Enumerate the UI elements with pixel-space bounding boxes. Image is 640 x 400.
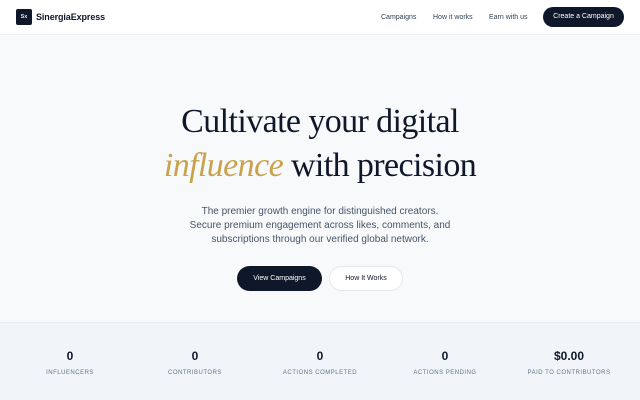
stat-label: ACTIONS COMPLETED <box>282 370 358 376</box>
stat-contributors: 0 CONTRIBUTORS <box>135 323 255 400</box>
create-campaign-button[interactable]: Create a Campaign <box>543 7 624 27</box>
how-it-works-button[interactable]: How It Works <box>329 266 403 291</box>
hero-headline-accent: influence <box>163 147 284 184</box>
stat-value: $0.00 <box>553 349 585 363</box>
hero-subtitle-line-2: Secure premium engagement across likes, … <box>189 220 451 231</box>
stat-value: 0 <box>441 349 449 363</box>
hero-headline-rest: with precision <box>283 147 477 184</box>
stat-value: 0 <box>191 349 199 363</box>
stat-label: ACTIONS PENDING <box>413 370 477 376</box>
site-header: Sx SinergiaExpress Campaigns How it work… <box>0 0 640 35</box>
stat-paid-to-contributors: $0.00 PAID TO CONTRIBUTORS <box>509 323 629 400</box>
hero-subtitle-line-3: subscriptions through our verified globa… <box>211 234 429 245</box>
brand-logo: Sx <box>16 9 32 25</box>
stat-label: INFLUENCERS <box>46 370 94 376</box>
stat-label: CONTRIBUTORS <box>168 370 222 376</box>
nav-link-earn-with-us[interactable]: Earn with us <box>489 12 528 24</box>
nav-link-campaigns[interactable]: Campaigns <box>381 12 416 24</box>
stats-bar: 0 INFLUENCERS 0 CONTRIBUTORS 0 ACTIONS C… <box>0 322 640 400</box>
hero-subtitle-line-1: The premier growth engine for distinguis… <box>201 206 439 217</box>
nav-link-how-it-works[interactable]: How it works <box>433 12 473 24</box>
stat-value: 0 <box>66 349 74 363</box>
stat-label: PAID TO CONTRIBUTORS <box>527 370 611 376</box>
hero-headline-line-2: influence with precision <box>0 144 640 188</box>
hero-headline-line-1: Cultivate your digital <box>181 103 459 140</box>
brand-name: SinergiaExpress <box>36 12 106 22</box>
stat-value: 0 <box>316 349 324 363</box>
view-campaigns-button[interactable]: View Campaigns <box>237 266 322 291</box>
stat-influencers: 0 INFLUENCERS <box>10 323 130 400</box>
stat-actions-pending: 0 ACTIONS PENDING <box>385 323 505 400</box>
stat-actions-completed: 0 ACTIONS COMPLETED <box>260 323 380 400</box>
brand[interactable]: Sx SinergiaExpress <box>16 8 105 26</box>
